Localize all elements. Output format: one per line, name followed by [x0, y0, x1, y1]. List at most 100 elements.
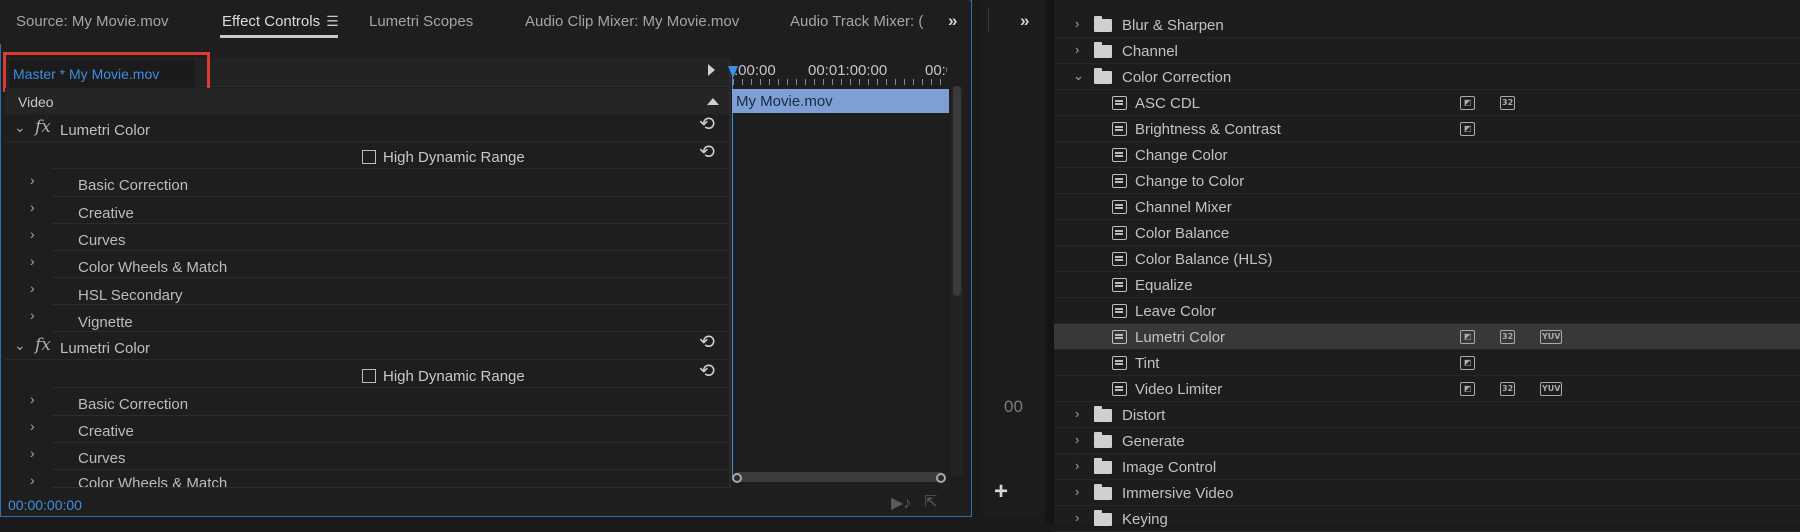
folder-icon: [1094, 42, 1112, 58]
effect-group-row[interactable]: [52, 305, 729, 332]
tab-overflow-icon[interactable]: »: [948, 11, 957, 31]
chevron-right-icon[interactable]: ›: [1075, 16, 1079, 31]
video-effect-icon: [1112, 96, 1127, 110]
fx-icon[interactable]: fx: [35, 117, 51, 137]
zoom-handle-right[interactable]: [936, 473, 946, 483]
tree-folder-label: Generate: [1122, 433, 1185, 450]
accelerated-effect-icon: ◩: [1460, 96, 1475, 110]
folder-icon: [1094, 458, 1112, 474]
effect-name: Lumetri Color: [60, 122, 151, 139]
folder-icon: [1094, 406, 1112, 422]
chevron-right-icon[interactable]: ›: [30, 172, 35, 188]
chevron-right-icon[interactable]: ›: [30, 226, 35, 242]
chevron-right-icon[interactable]: ›: [30, 199, 35, 215]
tree-folder-label: Blur & Sharpen: [1122, 17, 1224, 34]
export-icon[interactable]: ⇱: [924, 492, 937, 512]
timecode-label: 00:0: [925, 62, 947, 79]
reset-icon[interactable]: ⟲: [699, 143, 715, 162]
play-audio-icon[interactable]: ▶♪: [891, 493, 911, 513]
chevron-right-icon[interactable]: ›: [1075, 406, 1079, 421]
reset-icon[interactable]: ⟲: [699, 115, 715, 134]
tab-effect-controls-label: Effect Controls: [222, 13, 321, 30]
playhead-icon[interactable]: [728, 66, 738, 78]
highlight-annotation: [3, 52, 210, 92]
timeline-clip-label: My Movie.mov: [736, 93, 833, 110]
tab-lumetri-scopes[interactable]: Lumetri Scopes: [369, 13, 473, 30]
effect-group-label: Vignette: [78, 314, 133, 331]
current-timecode[interactable]: 00:00:00:00: [8, 497, 82, 513]
tree-effect-label: Change Color: [1135, 147, 1228, 164]
tab-audio-track-mixer[interactable]: Audio Track Mixer: (: [790, 13, 923, 30]
tree-folder-row[interactable]: [1054, 402, 1800, 428]
32-bit-icon: 32: [1500, 96, 1516, 110]
video-section-label: Video: [18, 94, 54, 110]
chevron-right-icon[interactable]: ›: [30, 418, 35, 434]
tab-effect-controls[interactable]: Effect Controls ☰: [222, 13, 339, 30]
effect-group-label: Creative: [78, 205, 134, 222]
32-bit-icon: 32: [1500, 382, 1516, 396]
add-icon[interactable]: +: [994, 478, 1008, 506]
effect-group-row[interactable]: [52, 224, 729, 251]
tree-folder-label: Color Correction: [1122, 69, 1232, 86]
effect-group-row[interactable]: [52, 197, 729, 224]
effect-group-label: Curves: [78, 450, 126, 467]
effect-name: Lumetri Color: [60, 340, 151, 357]
effect-group-row[interactable]: [52, 416, 729, 443]
timecode-label: 00:01:00:00: [808, 62, 888, 79]
reset-icon[interactable]: ⟲: [699, 333, 715, 352]
expand-timeline-arrow-icon[interactable]: [708, 64, 715, 76]
video-effect-icon: [1112, 148, 1127, 162]
hamburger-menu-icon[interactable]: ☰: [326, 13, 339, 30]
reset-icon[interactable]: ⟲: [699, 362, 715, 381]
video-effect-icon: [1112, 226, 1127, 240]
chevron-right-icon[interactable]: ›: [30, 391, 35, 407]
middle-value: 00: [1004, 397, 1023, 416]
chevron-right-icon[interactable]: ›: [1075, 458, 1079, 473]
folder-icon: [1094, 68, 1112, 84]
tree-effect-label: Tint: [1135, 355, 1160, 372]
folder-icon: [1094, 432, 1112, 448]
hdr-label: High Dynamic Range: [383, 149, 525, 166]
video-effect-icon: [1112, 356, 1127, 370]
panel-gutter: [1046, 0, 1054, 523]
accelerated-effect-icon: ◩: [1460, 122, 1475, 136]
tree-folder-label: Channel: [1122, 43, 1178, 60]
folder-icon: [1094, 510, 1112, 526]
tree-effect-label: Change to Color: [1135, 173, 1245, 190]
overflow-icon[interactable]: »: [1020, 11, 1029, 31]
tree-effect-label: Channel Mixer: [1135, 199, 1232, 216]
fx-icon[interactable]: fx: [35, 335, 51, 355]
zoom-scrollbar[interactable]: [733, 472, 945, 482]
tree-folder-label: Distort: [1122, 407, 1166, 424]
folder-icon: [1094, 16, 1112, 32]
chevron-right-icon[interactable]: ›: [30, 445, 35, 461]
ruler-ticks: [733, 79, 945, 85]
effect-group-row[interactable]: Color Wheels & Match: [52, 470, 729, 488]
collapse-up-icon[interactable]: [707, 98, 719, 105]
effect-group-label: Basic Correction: [78, 396, 189, 413]
tab-audio-clip-mixer[interactable]: Audio Clip Mixer: My Movie.mov: [525, 13, 739, 30]
chevron-right-icon[interactable]: ›: [1075, 42, 1079, 57]
hdr-checkbox[interactable]: [362, 150, 376, 164]
chevron-right-icon[interactable]: ›: [30, 472, 35, 488]
chevron-right-icon[interactable]: ›: [30, 280, 35, 296]
tree-effect-row[interactable]: [1054, 350, 1800, 376]
accelerated-effect-icon: ◩: [1460, 330, 1475, 344]
tree-folder-label: Immersive Video: [1122, 485, 1234, 502]
effect-group-row[interactable]: [52, 443, 729, 470]
tree-effect-label: Equalize: [1135, 277, 1193, 294]
chevron-down-icon[interactable]: ⌄: [14, 119, 26, 136]
chevron-right-icon[interactable]: ›: [30, 253, 35, 269]
chevron-right-icon[interactable]: ›: [30, 307, 35, 323]
chevron-right-icon[interactable]: ›: [1075, 432, 1079, 447]
tab-source[interactable]: Source: My Movie.mov: [16, 13, 169, 30]
zoom-handle-left[interactable]: [732, 473, 742, 483]
vertical-scrollbar[interactable]: [953, 86, 961, 296]
accelerated-effect-icon: ◩: [1460, 382, 1475, 396]
yuv-icon: YUV: [1540, 330, 1563, 344]
effect-group-label: Color Wheels & Match: [78, 475, 228, 488]
hdr-checkbox[interactable]: [362, 369, 376, 383]
chevron-right-icon[interactable]: ›: [1075, 484, 1079, 499]
chevron-down-icon[interactable]: ⌄: [1073, 68, 1084, 84]
chevron-down-icon[interactable]: ⌄: [14, 337, 26, 354]
